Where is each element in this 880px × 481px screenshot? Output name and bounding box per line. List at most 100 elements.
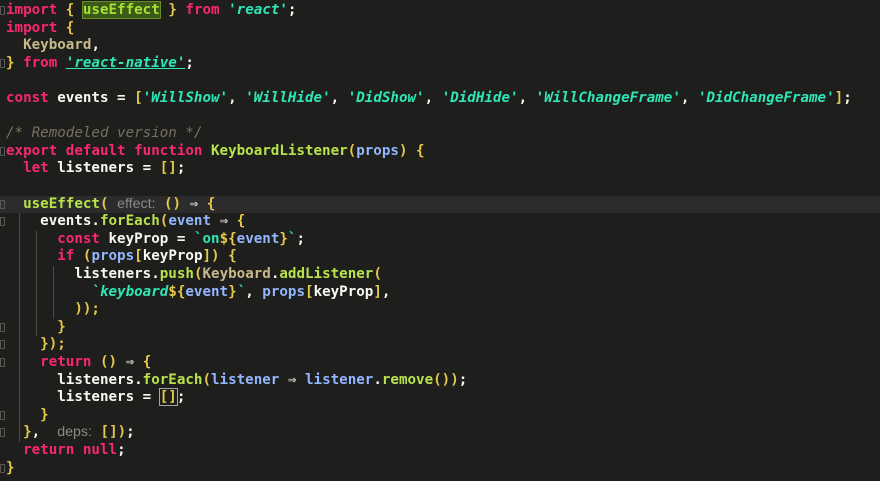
code-line[interactable]: const events = ['WillShow', 'WillHide', … — [0, 90, 880, 108]
fold-marker-icon[interactable] — [0, 6, 5, 15]
code-text: `keyboard${event}`, props[keyProp], — [6, 284, 390, 302]
code-token: 'DidShow' — [347, 90, 425, 106]
code-line[interactable]: )); — [0, 301, 880, 319]
code-token: from — [14, 54, 66, 71]
code-token: event — [168, 213, 212, 230]
code-token: if — [57, 248, 75, 265]
code-text: } — [6, 407, 49, 425]
code-line[interactable]: export default function KeyboardListener… — [0, 143, 880, 161]
code-line[interactable]: let listeners = []; — [0, 160, 880, 178]
code-line[interactable]: } — [0, 319, 880, 337]
code-text: Keyboard, — [6, 37, 100, 55]
code-token: useEffect — [23, 195, 100, 212]
indent-guide — [36, 230, 37, 337]
code-line[interactable] — [0, 178, 880, 196]
code-token: 'WillShow' — [142, 90, 229, 106]
code-line[interactable]: return () ⇒ { — [0, 354, 880, 372]
code-token: ; — [126, 424, 135, 441]
code-token: , — [680, 90, 698, 106]
code-text: }, deps: []); — [6, 424, 135, 442]
code-text: } — [6, 460, 15, 478]
code-line[interactable]: } — [0, 407, 880, 425]
code-line[interactable]: useEffect( effect: () ⇒ { — [0, 195, 880, 214]
code-line[interactable]: import { useEffect } from 'react'; — [0, 1, 880, 20]
fold-marker-icon[interactable] — [0, 358, 5, 367]
code-token: 'DidHide' — [441, 90, 519, 106]
indent-guide — [53, 266, 54, 319]
code-token: } — [279, 230, 288, 247]
code-token: [] — [100, 424, 118, 441]
code-text: useEffect( effect: () ⇒ { — [6, 196, 215, 214]
code-line[interactable]: /* Remodeled version */ — [0, 125, 880, 143]
fold-marker-icon[interactable] — [0, 58, 5, 68]
code-token: ) — [117, 424, 127, 441]
code-text: listeners.forEach(listener ⇒ listener.re… — [6, 372, 467, 390]
code-line[interactable]: listeners.forEach(listener ⇒ listener.re… — [0, 372, 880, 390]
code-token: ; — [843, 90, 852, 106]
code-line[interactable] — [0, 72, 880, 90]
fold-marker-icon[interactable] — [0, 146, 5, 156]
code-line[interactable]: if (props[keyProp]) { — [0, 248, 880, 266]
code-token: ( — [99, 195, 109, 212]
code-line[interactable]: const keyProp = `on${event}`; — [0, 231, 880, 249]
fold-marker-icon[interactable] — [0, 217, 5, 227]
code-token: ⇒ — [181, 195, 207, 212]
code-token: return — [40, 354, 92, 370]
code-token: from — [176, 2, 229, 18]
code-line[interactable]: } — [0, 460, 880, 478]
code-line[interactable]: events.forEach(event ⇒ { — [0, 213, 880, 231]
code-token: const — [57, 230, 100, 247]
code-line[interactable]: import { — [0, 20, 880, 38]
code-token: ; — [296, 230, 306, 247]
fold-marker-icon[interactable] — [0, 463, 5, 473]
code-token: } — [40, 336, 49, 353]
code-token: listeners = — [57, 389, 160, 406]
code-token: props — [262, 283, 306, 300]
code-token: { — [206, 195, 216, 212]
code-token: } — [228, 283, 237, 300]
code-line[interactable]: `keyboard${event}`, props[keyProp], — [0, 284, 880, 302]
code-token: Keyboard — [202, 266, 271, 282]
code-line[interactable] — [0, 108, 880, 126]
code-editor[interactable]: import { useEffect } from 'react'; import… — [0, 0, 880, 481]
code-line[interactable]: return null; — [0, 442, 880, 460]
code-token: ` — [236, 283, 246, 300]
code-token: )); — [74, 301, 100, 318]
code-token: events = — [48, 90, 135, 106]
code-token: { — [142, 354, 152, 370]
code-token: `keyboard — [91, 283, 169, 300]
fold-marker-icon[interactable] — [0, 410, 5, 420]
code-line[interactable]: }); — [0, 336, 880, 354]
fold-marker-icon[interactable] — [0, 199, 5, 209]
code-token: , — [381, 283, 391, 300]
code-token: } — [168, 2, 177, 18]
fold-marker-icon[interactable] — [0, 322, 5, 332]
code-token: forEach — [99, 213, 160, 230]
code-token: } — [57, 318, 66, 335]
code-token: listeners = — [48, 160, 160, 177]
code-line[interactable]: } from 'react-native'; — [0, 55, 880, 73]
code-token: () — [99, 354, 118, 370]
code-token: listener — [304, 371, 374, 388]
fold-marker-icon[interactable] — [0, 428, 5, 438]
code-line[interactable]: listeners = []; — [0, 388, 880, 407]
code-token: } — [6, 54, 15, 71]
code-token: events. — [40, 213, 100, 230]
fold-marker-icon[interactable] — [0, 340, 5, 350]
code-line[interactable]: listeners.push(Keyboard.addListener( — [0, 266, 880, 284]
code-token: 'react' — [228, 2, 288, 18]
code-line[interactable]: Keyboard, — [0, 37, 880, 55]
code-line[interactable]: }, deps: []); — [0, 424, 880, 442]
code-token: { — [65, 19, 75, 36]
code-token: let — [23, 160, 49, 177]
code-token: forEach — [142, 371, 203, 388]
code-token: { — [416, 142, 425, 159]
